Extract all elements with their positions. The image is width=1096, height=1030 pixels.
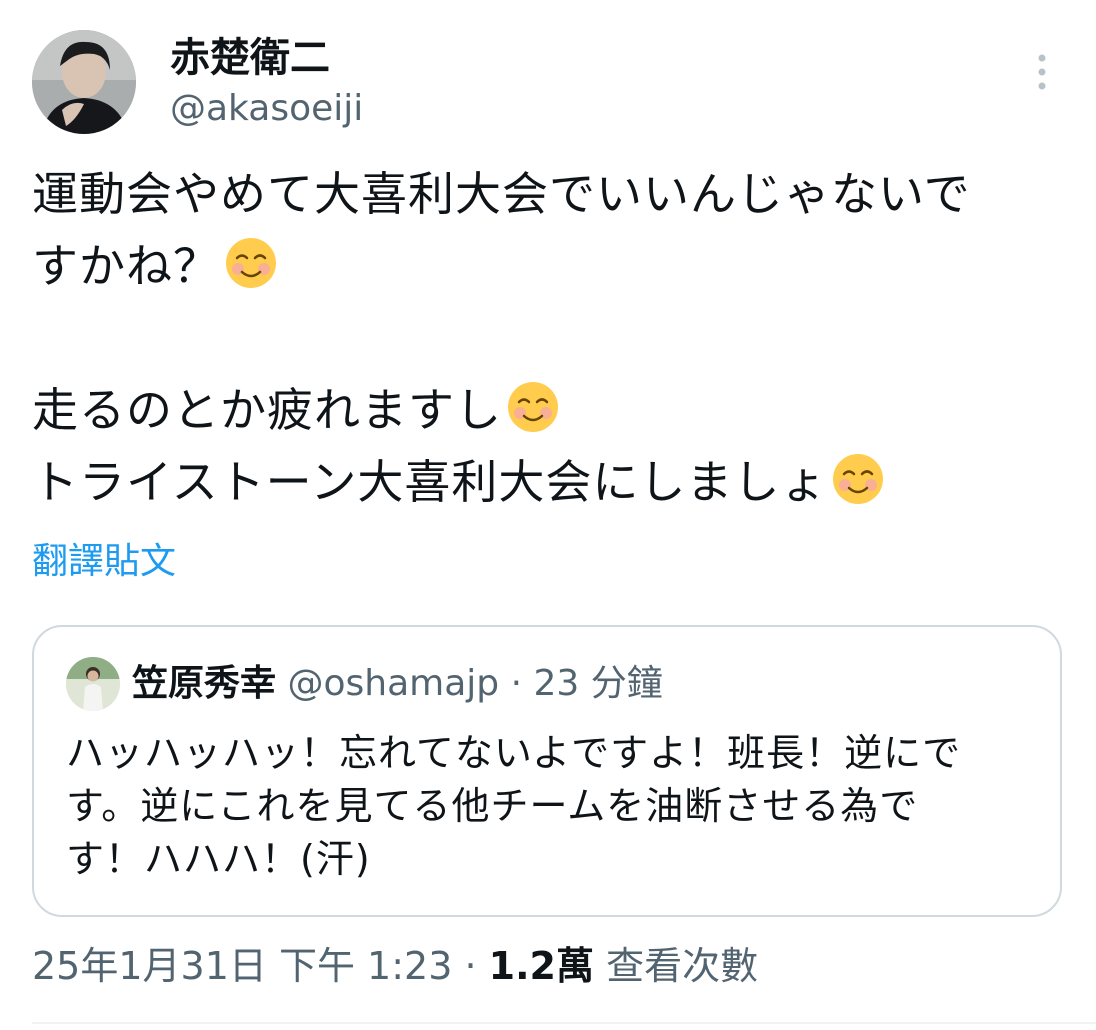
quoted-author-avatar[interactable] bbox=[66, 657, 120, 711]
translate-post-link[interactable]: 翻譯貼文 bbox=[32, 538, 176, 586]
post-blank-line bbox=[32, 302, 1072, 374]
smiling-face-emoji-icon bbox=[226, 238, 276, 288]
post-meta-row: 25年1月31日 下午 1:23 · 1.2萬 查看次數 bbox=[32, 940, 758, 992]
quoted-author-photo bbox=[66, 657, 120, 711]
author-avatar[interactable] bbox=[32, 30, 136, 134]
quoted-author-handle[interactable]: @oshamajp bbox=[287, 663, 499, 704]
meta-separator: · bbox=[464, 944, 477, 988]
divider bbox=[32, 1022, 1096, 1024]
post-timestamp[interactable]: 25年1月31日 下午 1:23 bbox=[32, 944, 452, 988]
quoted-post-line: す！ハハハ！(汗) bbox=[66, 837, 371, 881]
more-options-button[interactable] bbox=[1026, 50, 1058, 94]
author-photo bbox=[32, 30, 136, 134]
quoted-post-line: ハッハッハッ！忘れてないよですよ！班長！逆にで bbox=[66, 731, 962, 775]
quoted-post-card[interactable]: 笠原秀幸 @oshamajp · 23 分鐘 ハッハッハッ！忘れてないよですよ！… bbox=[32, 625, 1062, 917]
smiling-face-emoji-icon bbox=[833, 454, 884, 504]
author-display-name[interactable]: 赤楚衛二 bbox=[170, 32, 330, 84]
views-count[interactable]: 1.2萬 bbox=[489, 944, 594, 988]
author-handle[interactable]: @akasoeiji bbox=[170, 86, 363, 132]
quoted-author-display-name[interactable]: 笠原秀幸 bbox=[132, 663, 276, 704]
quoted-post-header: 笠原秀幸 @oshamajp · 23 分鐘 bbox=[132, 657, 663, 711]
quoted-post-text: ハッハッハッ！忘れてないよですよ！班長！逆にで す。逆にこれを見てる他チームを油… bbox=[66, 727, 1046, 886]
views-label[interactable]: 查看次數 bbox=[606, 944, 758, 988]
quoted-meta-separator: · bbox=[510, 663, 523, 704]
quoted-post-time[interactable]: 23 分鐘 bbox=[533, 663, 662, 704]
post-text: 運動会やめて大喜利大会でいいんじゃないで すかね？ 走るのとか疲れますし トライ… bbox=[32, 158, 1072, 518]
post-line: 運動会やめて大喜利大会でいいんじゃないで bbox=[32, 167, 971, 221]
more-vertical-icon bbox=[1038, 54, 1046, 90]
post-line: 走るのとか疲れますし bbox=[32, 374, 1072, 446]
post-line: トライストーン大喜利大会にしましょ bbox=[32, 446, 1072, 518]
post-line: すかね？ bbox=[32, 230, 1072, 302]
smiling-face-emoji-icon bbox=[508, 382, 558, 432]
quoted-post-line: す。逆にこれを見てる他チームを油断させる為で bbox=[66, 784, 919, 828]
